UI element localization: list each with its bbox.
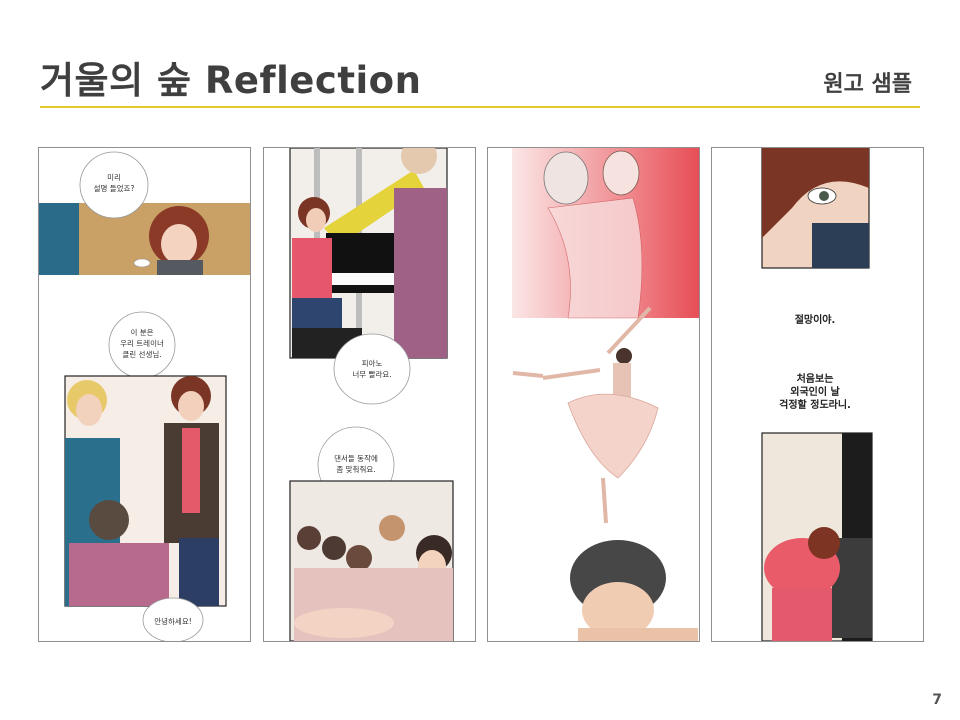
comic-strip-4: 절망이야. 처음보는 외국인이 날 걱정할 정도라니. (711, 147, 924, 642)
speech-bubble: 이 분은 우리 트레이너 클린 선생님. (108, 311, 176, 379)
bubble-line: 클린 선생님. (122, 349, 161, 359)
narration-caption: 외국인이 날 (790, 385, 840, 398)
panel-closeup (761, 148, 870, 269)
panel-slumped (761, 432, 873, 641)
slide-subtitle: 원고 샘플 (823, 72, 912, 97)
comic-strip-2: 피아노 너무 빨라요. 댄서들 동작에 좀 맞춰줘요. (263, 147, 476, 642)
panel-embrace (512, 148, 699, 319)
narration-caption: 처음보는 (797, 372, 834, 385)
speech-bubble: 미리 설명 들었죠? (79, 151, 149, 219)
bubble-line: 안녕하세요! (154, 616, 192, 626)
panel-piano (289, 148, 448, 359)
speech-bubble: 안녕하세요! (142, 597, 204, 641)
page-number: 7 (932, 692, 942, 708)
narration-caption: 절망이야. (795, 313, 836, 326)
illustration-ballerina (512, 306, 659, 524)
panel-trainer-intro (64, 375, 227, 607)
bubble-line: 너무 빨라요. (352, 369, 391, 379)
bubble-line: 좀 맞춰줘요. (336, 464, 375, 474)
narration-caption: 걱정할 정도라니. (779, 398, 851, 411)
panel-dancer-head (570, 540, 698, 641)
slide-title: 거울의 숲 Reflection (40, 59, 422, 102)
bubble-line: 설명 들었죠? (94, 183, 135, 193)
panel-dancers (289, 480, 454, 641)
bubble-line: 댄서들 동작에 (334, 453, 378, 463)
bubble-line: 우리 트레이너 (120, 338, 164, 348)
bubble-line: 피아노 (362, 358, 383, 368)
bubble-line: 이 분은 (130, 327, 153, 337)
title-divider (40, 106, 920, 108)
comic-strip-1: 미리 설명 들었죠? 이 분은 우리 트레이너 클린 선생님. 안녕하세요! (38, 147, 251, 642)
comic-strip-3 (487, 147, 700, 642)
speech-bubble: 피아노 너무 빨라요. (333, 333, 411, 405)
bubble-line: 미리 (107, 173, 121, 182)
